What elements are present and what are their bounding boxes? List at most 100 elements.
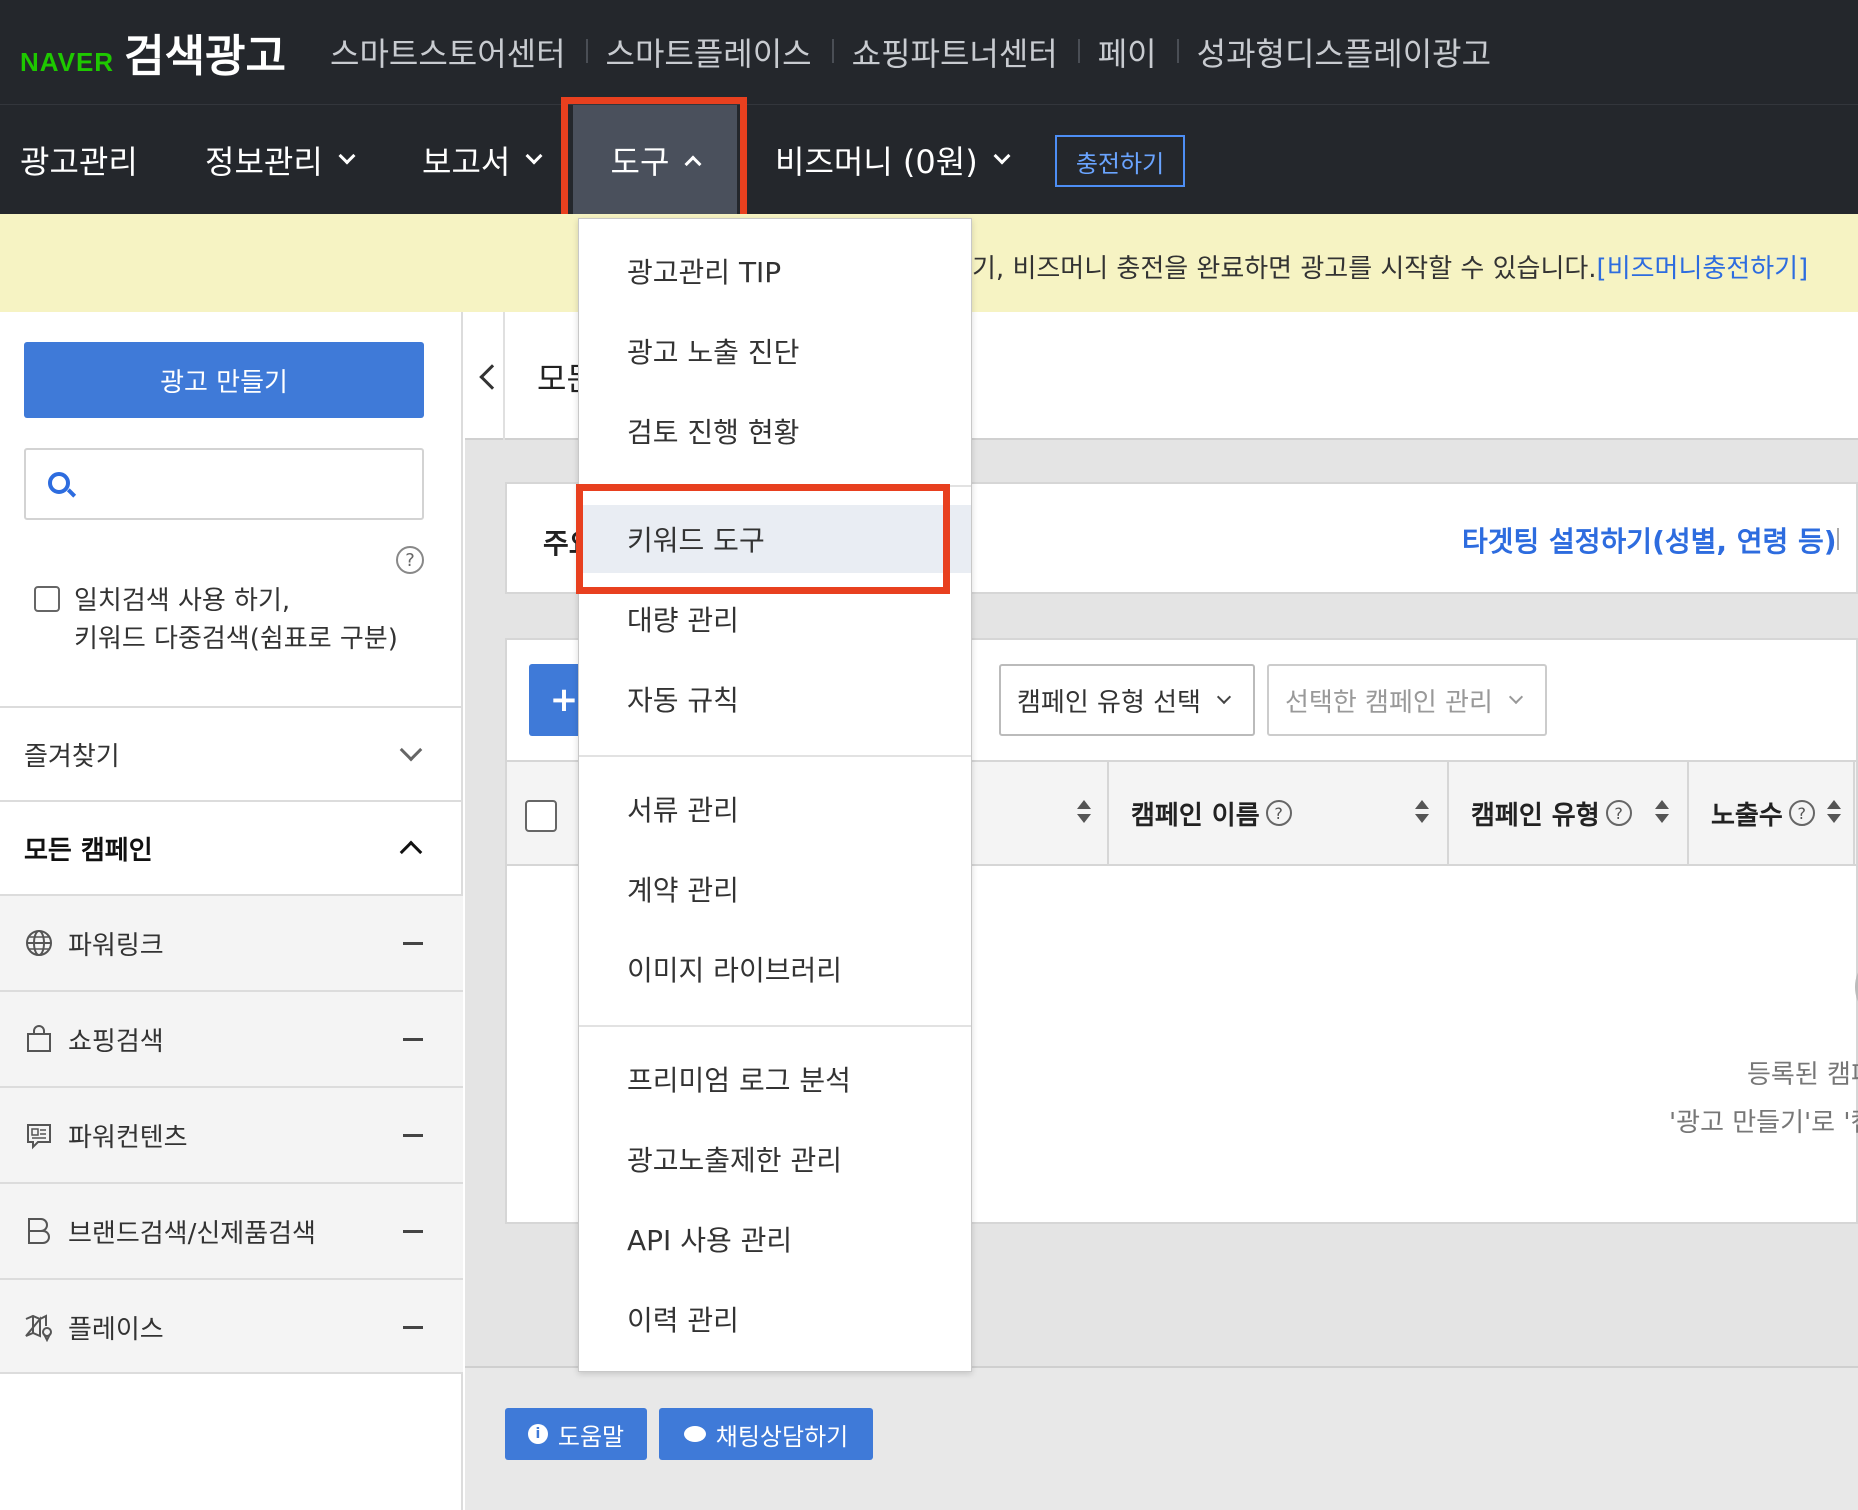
column-campaign-name[interactable]: 캠페인 이름 ? — [1131, 762, 1292, 864]
empty-state-hint: '광고 만들기'로 '캠페 — [1669, 1108, 1858, 1138]
help-icon[interactable]: ? — [1605, 800, 1632, 826]
sidebar-item-label: 플레이스 — [68, 1314, 164, 1345]
top-links: 스마트스토어센터 스마트플레이스 쇼핑파트너센터 페이 성과형디스플레이광고 — [310, 29, 1511, 75]
top-link-display-ads[interactable]: 성과형디스플레이광고 — [1176, 29, 1511, 75]
nav-ad-manage-label: 광고관리 — [20, 143, 138, 181]
column-divider — [1853, 762, 1855, 864]
sidebar-item-powerlink[interactable]: 파워링크 — [0, 894, 463, 990]
help-button-label: 도움말 — [557, 1422, 625, 1451]
menu-item-ad-exposure-diagnosis[interactable]: 광고 노출 진단 — [579, 317, 971, 385]
exact-search-label-sub: 키워드 다중검색(쉼표로 구분) — [74, 624, 398, 654]
help-icon[interactable]: ? — [1265, 800, 1292, 826]
brand-logo[interactable]: NAVER 검색광고 — [20, 20, 286, 84]
menu-item-auto-rules[interactable]: 자동 규칙 — [579, 665, 971, 733]
sidebar-item-label: 파워컨텐츠 — [68, 1122, 188, 1153]
menu-item-label: API 사용 관리 — [627, 1224, 793, 1257]
select-all-checkbox[interactable] — [525, 800, 557, 832]
menu-item-label: 이력 관리 — [627, 1304, 739, 1337]
top-link-pay[interactable]: 페이 — [1077, 29, 1177, 75]
column-campaign-type[interactable]: 캠페인 유형 ? — [1471, 762, 1632, 864]
nav-ad-manage[interactable]: 광고관리 — [20, 105, 138, 215]
chevron-left-icon[interactable] — [479, 364, 505, 390]
favorites-section[interactable]: 즐겨찾기 — [0, 706, 463, 800]
notice-message: 기, 비즈머니 충전을 완료하면 광고를 시작할 수 있습니다. — [972, 254, 1597, 284]
menu-item-image-library[interactable]: 이미지 라이브러리 — [579, 935, 971, 1003]
highlight-box-keyword-tool — [576, 484, 950, 594]
sidebar-divider — [0, 1372, 463, 1374]
bizmoney-charge-link[interactable]: [비즈머니충전하기] — [1597, 254, 1809, 284]
collapse-minus-icon[interactable] — [403, 1325, 423, 1329]
selected-campaign-manage-select[interactable]: 선택한 캠페인 관리 — [1267, 664, 1547, 736]
sort-icon[interactable] — [1415, 800, 1429, 826]
sidebar-item-powercontents[interactable]: 파워컨텐츠 — [0, 1086, 463, 1182]
all-campaigns-label: 모든 캠페인 — [24, 835, 153, 866]
menu-item-label: 광고 노출 진단 — [627, 336, 800, 369]
sort-icon[interactable] — [1655, 800, 1669, 826]
menu-item-label: 자동 규칙 — [627, 684, 739, 717]
nav-info-manage[interactable]: 정보관리 — [205, 105, 356, 215]
menu-item-document-manage[interactable]: 서류 관리 — [579, 775, 971, 843]
menu-item-ad-tip[interactable]: 광고관리 TIP — [579, 237, 971, 305]
menu-item-label: 대량 관리 — [627, 604, 739, 637]
menu-separator — [579, 1025, 971, 1027]
header-divider — [503, 312, 505, 440]
nav-reports-label: 보고서 — [422, 143, 511, 181]
sidebar-item-label: 쇼핑검색 — [68, 1026, 164, 1057]
content-card-icon — [24, 1120, 54, 1150]
menu-separator — [579, 755, 971, 757]
column-label: 노출수 — [1711, 800, 1783, 831]
brand-b-icon — [24, 1216, 54, 1246]
campaign-search-input[interactable] — [24, 448, 424, 520]
top-link-smartplace[interactable]: 스마트플레이스 — [585, 29, 832, 75]
menu-item-contract-manage[interactable]: 계약 관리 — [579, 855, 971, 923]
menu-item-premium-log[interactable]: 프리미엄 로그 분석 — [579, 1045, 971, 1113]
menu-item-review-status[interactable]: 검토 진행 현황 — [579, 397, 971, 465]
targeting-setting-link[interactable]: 타겟팅 설정하기(성별, 연령 등) — [1462, 520, 1837, 560]
chevron-down-icon — [525, 147, 543, 165]
main-nav: 광고관리 정보관리 보고서 도구 비즈머니 (0원) 충전하기 — [0, 104, 1858, 215]
sort-icon[interactable] — [1077, 800, 1091, 826]
menu-item-bulk-manage[interactable]: 대량 관리 — [579, 585, 971, 653]
charge-button[interactable]: 충전하기 — [1055, 135, 1185, 187]
naver-logo: NAVER — [20, 47, 115, 77]
menu-item-label: 이미지 라이브러리 — [627, 954, 842, 987]
top-link-smartstore[interactable]: 스마트스토어센터 — [310, 29, 586, 75]
column-divider — [1107, 762, 1109, 864]
all-campaigns-section[interactable]: 모든 캠페인 — [0, 800, 463, 894]
collapse-minus-icon[interactable] — [403, 1133, 423, 1137]
chat-bubble-icon — [683, 1426, 706, 1442]
tools-dropdown-menu: 광고관리 TIP 광고 노출 진단 검토 진행 현황 키워드 도구 대량 관리 … — [578, 218, 972, 1372]
nav-bizmoney[interactable]: 비즈머니 (0원) — [775, 105, 1011, 215]
collapse-minus-icon[interactable] — [403, 1037, 423, 1041]
sidebar-item-label: 브랜드검색/신제품검색 — [68, 1218, 316, 1249]
help-button[interactable]: i 도움말 — [505, 1408, 647, 1460]
collapse-minus-icon[interactable] — [403, 1229, 423, 1233]
shopping-bag-icon — [24, 1024, 54, 1054]
notice-text: 기, 비즈머니 충전을 완료하면 광고를 시작할 수 있습니다.[비즈머니충전하… — [972, 248, 1808, 285]
help-icon[interactable]: ? — [396, 546, 424, 574]
menu-item-exposure-restriction[interactable]: 광고노출제한 관리 — [579, 1125, 971, 1193]
menu-item-label: 서류 관리 — [627, 794, 739, 827]
collapse-minus-icon[interactable] — [403, 941, 423, 945]
sidebar-item-brandsearch[interactable]: 브랜드검색/신제품검색 — [0, 1182, 463, 1278]
sidebar-item-shopping[interactable]: 쇼핑검색 — [0, 990, 463, 1086]
help-icon[interactable]: ? — [1788, 800, 1815, 826]
chevron-down-icon — [399, 738, 423, 762]
nav-reports[interactable]: 보고서 — [422, 105, 543, 215]
empty-state-title: 등록된 캠페인 — [1747, 1060, 1858, 1090]
sort-icon[interactable] — [1827, 800, 1841, 826]
create-ad-button[interactable]: 광고 만들기 — [24, 342, 424, 418]
exact-search-checkbox[interactable] — [34, 586, 60, 612]
chevron-down-icon — [993, 147, 1011, 165]
campaign-type-select[interactable]: 캠페인 유형 선택 — [999, 664, 1255, 736]
sidebar-item-label: 파워링크 — [68, 930, 164, 961]
top-link-shopping-partner[interactable]: 쇼핑파트너센터 — [831, 29, 1078, 75]
favorites-label: 즐겨찾기 — [24, 741, 120, 772]
highlight-box-tools — [561, 97, 747, 227]
column-impressions[interactable]: 노출수 ? — [1711, 762, 1815, 864]
sidebar-item-place[interactable]: 플레이스 — [0, 1278, 463, 1374]
menu-item-history[interactable]: 이력 관리 — [579, 1285, 971, 1353]
search-icon[interactable] — [48, 472, 70, 494]
menu-item-api-manage[interactable]: API 사용 관리 — [579, 1205, 971, 1273]
chat-consult-button[interactable]: 채팅상담하기 — [659, 1408, 873, 1460]
